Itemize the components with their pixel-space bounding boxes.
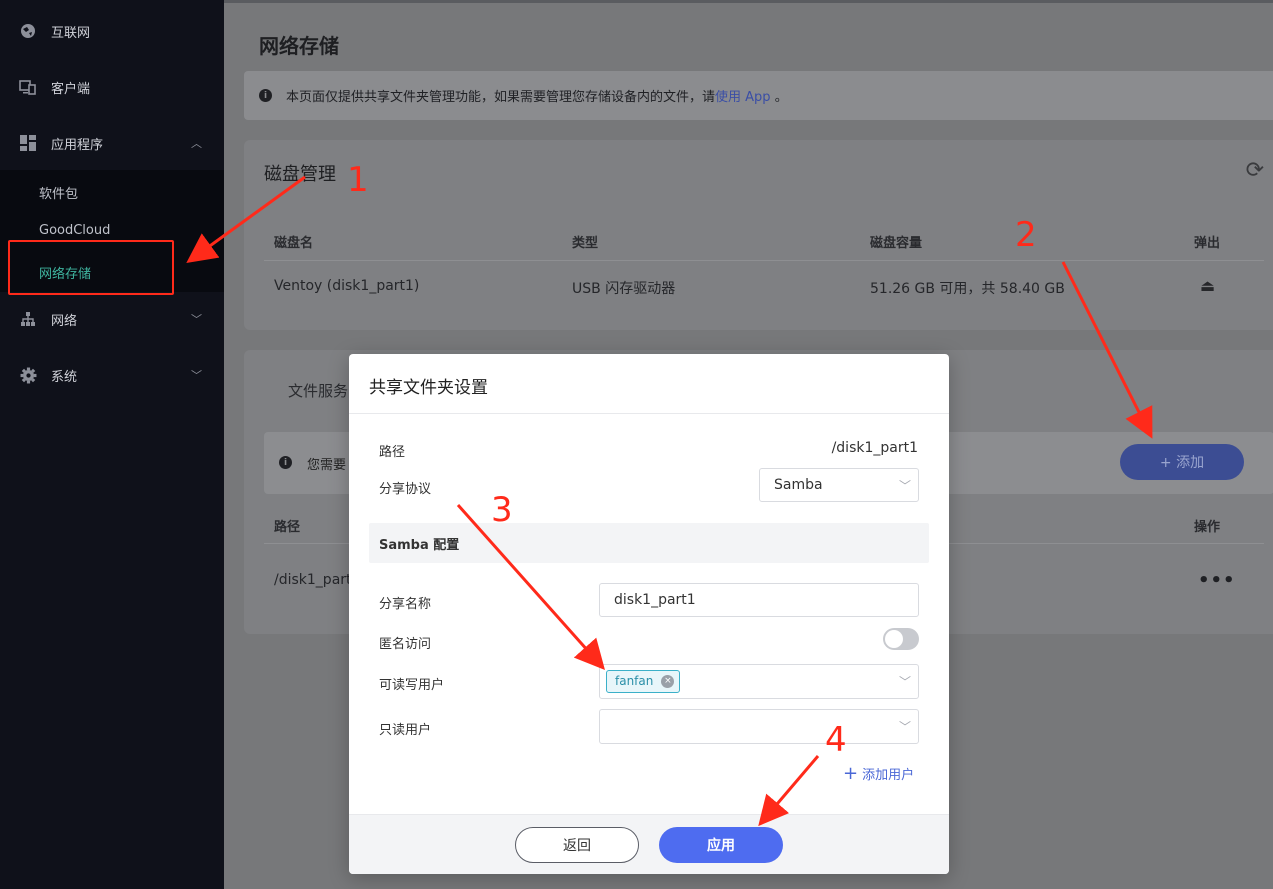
more-icon[interactable]: ••• — [1198, 570, 1236, 591]
chevron-down-icon: ﹀ — [898, 675, 911, 689]
sidebar-subitem-goodcloud[interactable]: GoodCloud — [39, 223, 110, 238]
path-label: 路径 — [379, 445, 406, 460]
info-notice: i 本页面仅提供共享文件夹管理功能，如果需要管理您存储设备内的文件，请使用 Ap… — [244, 71, 1273, 120]
sidebar-item-label: 互联网 — [51, 25, 91, 41]
network-icon — [19, 310, 37, 328]
ro-users-label: 只读用户 — [379, 723, 432, 738]
dialog-footer: 返回 应用 — [349, 814, 949, 874]
divider — [264, 260, 1264, 261]
dialog-header: 共享文件夹设置 — [349, 354, 949, 414]
disk-type-cell: USB 闪存驱动器 — [572, 281, 676, 297]
apply-button[interactable]: 应用 — [659, 827, 783, 863]
share-name-value: disk1_part1 — [614, 592, 696, 608]
add-user-link[interactable]: + 添加用户 — [843, 764, 914, 783]
notice-text: 本页面仅提供共享文件夹管理功能，如果需要管理您存储设备内的文件，请使用 App … — [286, 90, 788, 105]
tab-file-service[interactable]: 文件服务 — [288, 380, 348, 401]
col-disk-name: 磁盘名 — [274, 236, 314, 251]
anon-access-toggle[interactable] — [883, 628, 919, 650]
annotation-number-3: 3 — [491, 490, 513, 530]
col-capacity: 磁盘容量 — [870, 236, 923, 251]
annotation-number-1: 1 — [347, 160, 369, 200]
sidebar-subitem-packages[interactable]: 软件包 — [39, 183, 78, 202]
refresh-icon[interactable]: ⟳ — [1246, 158, 1264, 183]
globe-icon — [19, 22, 37, 40]
annotation-number-4: 4 — [825, 720, 847, 760]
disk-management-card: 磁盘管理 ⟳ 磁盘名 类型 磁盘容量 弹出 Ventoy (disk1_part… — [244, 140, 1273, 330]
sidebar-item-apps[interactable]: 应用程序 ︿ — [0, 123, 224, 163]
annotation-number-2: 2 — [1015, 215, 1037, 255]
use-app-link[interactable]: 使用 App — [715, 90, 771, 105]
gear-icon — [19, 366, 37, 384]
disk-capacity-cell: 51.26 GB 可用，共 58.40 GB — [870, 281, 1065, 297]
protocol-label: 分享协议 — [379, 482, 432, 497]
eject-icon[interactable]: ⏏ — [1200, 276, 1215, 295]
disk-card-title: 磁盘管理 — [264, 164, 336, 185]
plus-icon: + — [843, 762, 859, 784]
sidebar-item-system[interactable]: 系统 ﹀ — [0, 355, 224, 395]
protocol-select[interactable]: Samba ﹀ — [759, 468, 919, 502]
share-folder-dialog: 共享文件夹设置 路径 /disk1_part1 分享协议 Samba ﹀ Sam… — [349, 354, 949, 874]
sidebar-item-internet[interactable]: 互联网 — [0, 11, 224, 51]
sidebar-item-network[interactable]: 网络 ﹀ — [0, 299, 224, 339]
sidebar-item-label: 网络 — [51, 313, 78, 329]
back-button[interactable]: 返回 — [515, 827, 639, 863]
rw-users-label: 可读写用户 — [379, 678, 445, 693]
page-title: 网络存储 — [259, 34, 339, 58]
info-icon: i — [259, 89, 272, 102]
col-type: 类型 — [572, 236, 599, 251]
col-action: 操作 — [1194, 520, 1221, 535]
share-path-cell: /disk1_part — [274, 572, 352, 588]
chevron-down-icon: ﹀ — [191, 369, 202, 382]
sidebar-item-label: 应用程序 — [51, 137, 104, 153]
sidebar-item-label: 客户端 — [51, 81, 91, 97]
remove-tag-icon[interactable]: × — [661, 675, 675, 688]
sidebar-item-label: 系统 — [51, 369, 78, 385]
share-notice-text: 您需要 — [307, 458, 347, 473]
toggle-knob — [885, 630, 903, 648]
chevron-down-icon: ﹀ — [191, 313, 202, 326]
chevron-down-icon: ﹀ — [898, 479, 911, 493]
disk-name-cell: Ventoy (disk1_part1) — [274, 278, 420, 294]
devices-icon — [19, 78, 37, 96]
samba-section-header: Samba 配置 — [369, 523, 929, 563]
sidebar-item-clients[interactable]: 客户端 — [0, 67, 224, 107]
chevron-up-icon: ︿ — [191, 137, 202, 150]
col-eject: 弹出 — [1194, 236, 1221, 251]
ro-users-select[interactable]: ﹀ — [599, 709, 919, 744]
annotation-highlight-box — [8, 240, 174, 295]
sidebar: 互联网 客户端 应用程序 ︿ 软件包 GoodCloud 网络存储 网络 ﹀ 系… — [0, 0, 224, 889]
samba-section-title: Samba 配置 — [379, 538, 460, 553]
apps-grid-icon — [19, 134, 37, 152]
protocol-value: Samba — [774, 477, 823, 493]
dialog-title: 共享文件夹设置 — [369, 378, 488, 398]
anon-access-label: 匿名访问 — [379, 637, 432, 652]
share-name-input[interactable]: disk1_part1 — [599, 583, 919, 617]
info-icon: i — [279, 456, 292, 469]
path-value: /disk1_part1 — [831, 440, 918, 456]
user-tag[interactable]: fanfan × — [606, 670, 681, 693]
share-name-label: 分享名称 — [379, 597, 432, 612]
add-share-button[interactable]: + 添加 — [1120, 444, 1244, 480]
rw-users-select[interactable]: fanfan × ﹀ — [599, 664, 919, 699]
col-path: 路径 — [274, 520, 301, 535]
chevron-down-icon: ﹀ — [898, 720, 911, 734]
